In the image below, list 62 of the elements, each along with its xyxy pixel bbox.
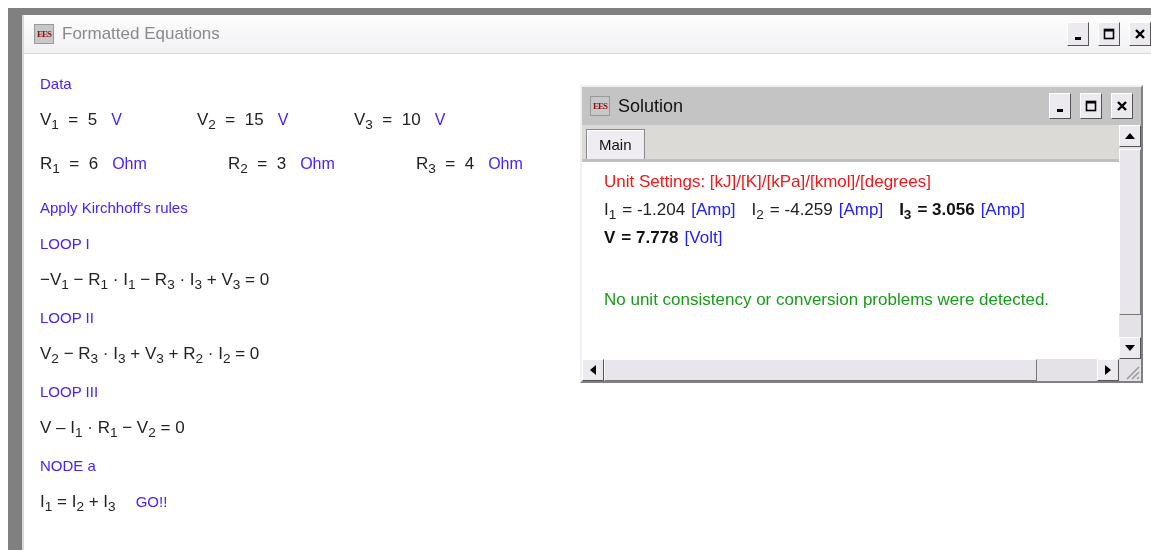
app-icon: EES xyxy=(590,96,610,116)
assignment: V$_{3}$ = 10 xyxy=(354,110,421,135)
equation: I$_{1}$ = I$_{2}$ + I$_{3}$ xyxy=(40,492,116,517)
unit-label: V xyxy=(111,110,122,130)
equation: −V$_{1}$ − R$_{1}$ · I$_{1}$ − R$_{3}$ · I$_{3}$ + V$_{3}$ = 0 xyxy=(40,270,270,295)
close-button[interactable] xyxy=(1129,22,1151,46)
result-value: = -1.204 xyxy=(622,199,686,221)
unit-label: Ohm xyxy=(300,154,335,174)
maximize-icon xyxy=(1085,100,1097,112)
horizontal-scrollbar[interactable] xyxy=(582,359,1141,381)
unit-label: [Amp] xyxy=(691,199,736,221)
scroll-right-icon[interactable] xyxy=(1105,365,1111,375)
result-value: = 7.778 xyxy=(621,227,679,249)
close-icon xyxy=(1116,100,1128,112)
equation-comment: GO!! xyxy=(135,492,168,512)
minimize-icon xyxy=(1057,109,1063,112)
window-title: Solution xyxy=(618,95,684,117)
scroll-down-icon[interactable] xyxy=(1125,345,1135,351)
unit-label: V xyxy=(277,110,289,130)
maximize-button[interactable] xyxy=(1080,93,1102,119)
equation: V$_{2}$ − R$_{3}$ · I$_{3}$ + V$_{3}$ + R$_{2}$ · I$_{2}$ = 0 xyxy=(40,344,260,369)
assignment: R$_{2}$ = 3 xyxy=(228,154,287,179)
tab[interactable]: Main xyxy=(586,129,645,159)
section-heading: NODE a xyxy=(40,457,96,474)
unit-label: [Amp] xyxy=(980,199,1026,221)
vertical-scrollbar[interactable] xyxy=(1119,125,1141,359)
result-symbol: I$_{2}$ xyxy=(751,199,764,225)
result-value: = 3.056 xyxy=(917,199,975,221)
result-value: = -4.259 xyxy=(769,199,833,221)
scroll-up-icon[interactable] xyxy=(1125,133,1135,139)
window-title: Formatted Equations xyxy=(62,24,220,44)
maximize-icon xyxy=(1103,28,1115,40)
result-symbol: I$_{3}$ xyxy=(899,199,912,225)
unit-label: Ohm xyxy=(488,154,523,174)
section-heading: LOOP III xyxy=(40,383,99,400)
result-symbol: V xyxy=(604,227,616,249)
scroll-thumb[interactable] xyxy=(604,359,1037,381)
section-heading: LOOP I xyxy=(40,235,90,252)
close-button[interactable] xyxy=(1111,93,1133,119)
unit-settings: Unit Settings: [kJ]/[K]/[kPa]/[kmol]/[degrees] xyxy=(604,171,932,193)
scroll-thumb[interactable] xyxy=(1119,149,1141,315)
minimize-icon xyxy=(1075,37,1081,40)
assignment: R$_{3}$ = 4 xyxy=(416,154,475,179)
section-heading: Data xyxy=(40,75,72,92)
section-heading: Apply Kirchhoff's rules xyxy=(40,199,188,216)
unit-label: [Amp] xyxy=(838,199,884,221)
result-symbol: I$_{1}$ xyxy=(604,199,617,225)
section-heading: LOOP II xyxy=(40,309,94,326)
unit-label: V xyxy=(434,110,446,130)
app-icon: EES xyxy=(34,24,54,44)
unit-label: [Volt] xyxy=(684,227,723,249)
assignment: V$_{2}$ = 15 xyxy=(197,110,264,135)
minimize-button[interactable] xyxy=(1049,93,1071,119)
unit-label: Ohm xyxy=(112,154,147,174)
maximize-button[interactable] xyxy=(1098,22,1120,46)
close-icon xyxy=(1134,28,1146,40)
assignment: R$_{1}$ = 6 xyxy=(40,154,99,179)
status-message: No unit consistency or conversion problems were detected. xyxy=(604,290,1051,310)
equation: V – I$_{1}$ · R$_{1}$ − V$_{2}$ = 0 xyxy=(40,418,185,443)
assignment: V$_{1}$ = 5 xyxy=(40,110,98,135)
scroll-left-icon[interactable] xyxy=(590,365,596,375)
minimize-button[interactable] xyxy=(1067,22,1089,46)
